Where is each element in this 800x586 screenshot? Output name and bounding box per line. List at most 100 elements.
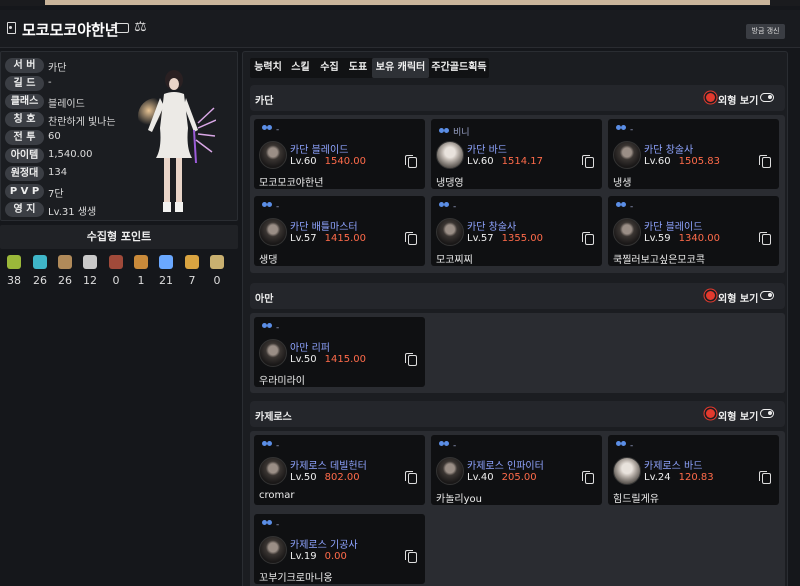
profile-row-value: 블레이드	[48, 99, 85, 110]
guild-name: -	[453, 202, 457, 212]
guild-label: -	[262, 125, 279, 135]
collection-item[interactable]: 1	[129, 255, 153, 287]
profile-row-value: 1,540.00	[48, 149, 93, 160]
guild-icon	[262, 202, 273, 210]
character-server: 카단	[290, 145, 309, 156]
character-item-level: 1415.00	[324, 233, 366, 244]
copy-icon[interactable]	[582, 471, 594, 484]
profile-row-label: 길 드	[5, 76, 44, 91]
character-portrait	[613, 218, 641, 246]
refresh-button[interactable]: 방금 갱신	[746, 24, 785, 39]
character-server: 카제로스	[290, 540, 327, 551]
copy-icon[interactable]	[405, 155, 417, 168]
guild-icon	[262, 125, 273, 133]
profile-row-value: 찬란하게 빛나는	[48, 117, 116, 128]
profile-row-value: 7단	[48, 189, 64, 200]
character-item-level: 802.00	[324, 472, 360, 483]
copy-icon[interactable]	[759, 232, 771, 245]
guild-icon	[439, 202, 450, 210]
collection-item[interactable]: 26	[28, 255, 52, 287]
collection-count: 38	[7, 274, 21, 287]
guild-name: -	[276, 125, 280, 135]
copy-icon[interactable]	[405, 471, 417, 484]
character-class-name: 블레이드	[311, 145, 349, 156]
character-name: 모코모코야한년	[259, 178, 324, 189]
character-card[interactable]: - 카제로스 기공사 Lv.19 0.00 꼬부기크로마니옹	[254, 514, 425, 584]
collection-count: 0	[112, 274, 120, 287]
profile-row-label: 원정대	[5, 166, 44, 181]
profile-row-label: 전 투	[5, 130, 44, 145]
character-card[interactable]: - 카제로스 바드 Lv.24 120.83 힘드릴게유	[608, 435, 779, 505]
collection-item[interactable]: 7	[180, 255, 204, 287]
character-server: 카단	[644, 145, 663, 156]
collection-item[interactable]: 38	[2, 255, 26, 287]
collection-count: 12	[83, 274, 97, 287]
view-appearance-label: 외형 보기	[718, 294, 759, 305]
profile-row-label: 칭 호	[5, 112, 44, 127]
character-class: 카단 창술사	[467, 218, 516, 233]
tab-3[interactable]: 도표	[344, 58, 372, 78]
server-header: 아만 외형 보기	[250, 283, 785, 309]
character-card[interactable]: - 카단 블레이드 Lv.59 1340.00 쿡찔러보고싶은모코콕	[608, 196, 779, 266]
character-name: 우라미라이	[259, 376, 305, 387]
character-item-level: 205.00	[501, 472, 537, 483]
view-toggle-switch[interactable]	[760, 93, 774, 102]
top-banner-strip	[0, 0, 800, 6]
collection-item[interactable]: 0	[205, 255, 229, 287]
tab-0[interactable]: 능력치	[250, 58, 286, 78]
character-card[interactable]: - 카단 블레이드 Lv.60 1540.00 모코모코야한년	[254, 119, 425, 189]
character-class-name: 리퍼	[311, 343, 330, 354]
character-level: Lv.60	[467, 156, 494, 167]
character-server: 카단	[290, 222, 309, 233]
view-appearance-label: 외형 보기	[718, 96, 759, 107]
character-name: 냉댕영	[436, 178, 464, 189]
character-card[interactable]: - 아만 리퍼 Lv.50 1415.00 우라미라이	[254, 317, 425, 387]
character-card[interactable]: - 카단 창술사 Lv.57 1355.00 모코찌찌	[431, 196, 602, 266]
character-class: 카단 블레이드	[644, 218, 702, 233]
character-card[interactable]: - 카제로스 인파이터 Lv.40 205.00 카놀리you	[431, 435, 602, 505]
character-card[interactable]: - 카단 배틀마스터 Lv.57 1415.00 생댕	[254, 196, 425, 266]
collection-count: 26	[58, 274, 72, 287]
bookmark-icon[interactable]	[7, 22, 16, 34]
collection-item[interactable]: 26	[53, 255, 77, 287]
tab-1[interactable]: 스킬	[286, 58, 315, 78]
copy-icon[interactable]	[405, 550, 417, 563]
character-card[interactable]: - 카제로스 데빌헌터 Lv.50 802.00 cromar	[254, 435, 425, 505]
character-name: 모코모코야한년	[22, 21, 119, 39]
character-level-line: Lv.50 802.00	[290, 472, 360, 483]
scale-icon[interactable]: ⚖	[134, 19, 147, 35]
view-toggle-switch[interactable]	[760, 291, 774, 300]
character-level: Lv.50	[290, 354, 317, 365]
profile-row-label: P V P	[5, 184, 44, 199]
character-level-line: Lv.60 1505.83	[644, 156, 720, 167]
character-card[interactable]: - 카단 창술사 Lv.60 1505.83 냉생	[608, 119, 779, 189]
id-card-icon[interactable]	[116, 23, 129, 33]
collection-item[interactable]: 0	[104, 255, 128, 287]
character-class: 아만 리퍼	[290, 339, 330, 354]
character-card[interactable]: 비니 카단 바드 Lv.60 1514.17 냉댕영	[431, 119, 602, 189]
character-class: 카제로스 인파이터	[467, 457, 544, 472]
guild-icon	[616, 441, 627, 449]
view-toggle-switch[interactable]	[760, 409, 774, 418]
character-class-name: 바드	[684, 461, 703, 472]
copy-icon[interactable]	[582, 232, 594, 245]
copy-icon[interactable]	[759, 155, 771, 168]
copy-icon[interactable]	[405, 353, 417, 366]
guild-name: -	[630, 441, 634, 451]
tab-2[interactable]: 수집	[315, 58, 344, 78]
character-portrait	[259, 457, 287, 485]
copy-icon[interactable]	[582, 155, 594, 168]
collection-item[interactable]: 12	[78, 255, 102, 287]
copy-icon[interactable]	[405, 232, 417, 245]
guild-name: -	[630, 202, 634, 212]
character-item-level: 0.00	[324, 551, 347, 562]
giant-heart-icon	[58, 255, 72, 269]
character-item-level: 1540.00	[324, 156, 366, 167]
collection-item[interactable]: 21	[154, 255, 178, 287]
character-level-line: Lv.57 1355.00	[467, 233, 543, 244]
character-name: 꼬부기크로마니옹	[259, 573, 333, 584]
character-server: 아만	[290, 343, 309, 354]
tab-5[interactable]: 주간골드획득	[429, 58, 489, 78]
copy-icon[interactable]	[759, 471, 771, 484]
tab-4[interactable]: 보유 캐릭터	[372, 58, 429, 78]
